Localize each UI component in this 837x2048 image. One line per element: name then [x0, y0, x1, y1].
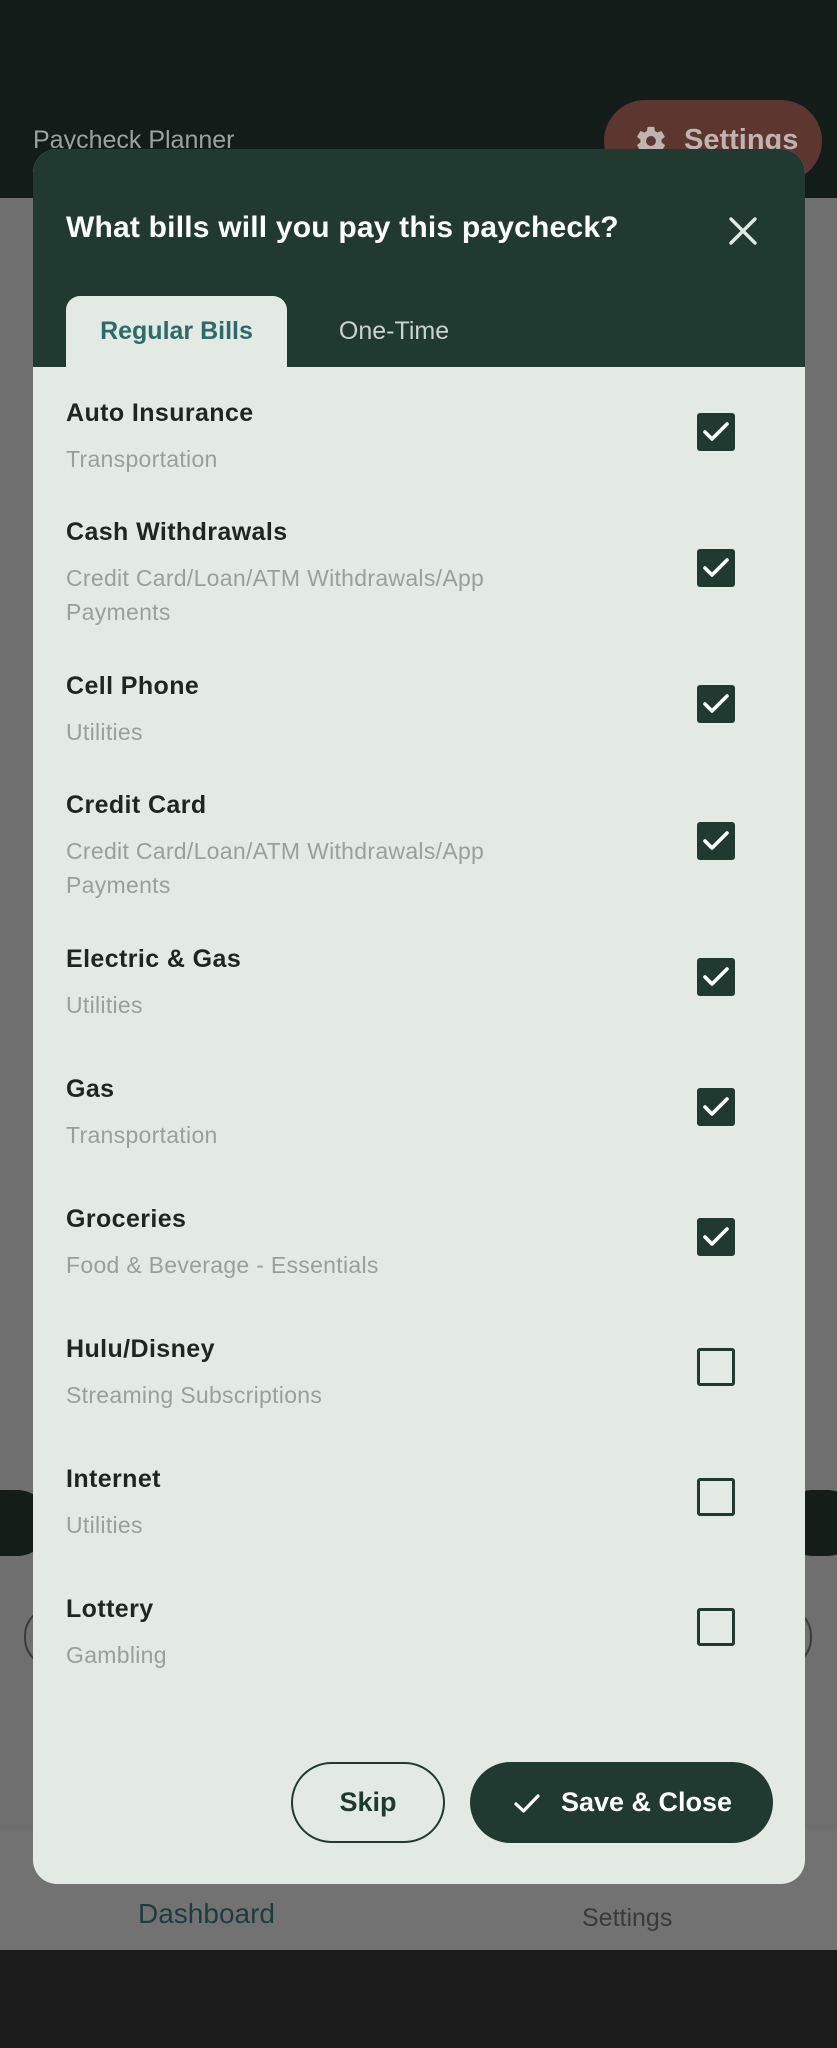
bill-name: Cash Withdrawals — [66, 518, 288, 546]
save-close-button[interactable]: Save & Close — [470, 1762, 773, 1843]
dialog-header: What bills will you pay this paycheck? R… — [33, 149, 805, 367]
bill-category: Streaming Subscriptions — [66, 1382, 323, 1408]
check-icon — [703, 422, 729, 441]
list-item[interactable]: Hulu/Disney Streaming Subscriptions — [66, 1335, 766, 1412]
check-icon — [703, 967, 729, 986]
skip-button[interactable]: Skip — [291, 1762, 445, 1843]
nav-item-settings[interactable]: Settings — [582, 1904, 672, 1933]
bill-category: Credit Card/Loan/ATM Withdrawals/App Pay… — [66, 838, 485, 898]
check-icon — [703, 831, 729, 850]
list-item[interactable]: Gas Transportation — [66, 1075, 766, 1152]
save-close-label: Save & Close — [560, 1787, 733, 1817]
bill-checkbox-unchecked[interactable] — [697, 1478, 735, 1516]
bill-category: Credit Card/Loan/ATM Withdrawals/App Pay… — [66, 565, 485, 625]
bill-checkbox-unchecked[interactable] — [697, 1608, 735, 1646]
check-icon — [703, 694, 729, 713]
list-item[interactable]: Groceries Food & Beverage - Essentials — [66, 1205, 766, 1282]
bill-checkbox-checked[interactable] — [697, 549, 735, 587]
bill-category: Utilities — [66, 719, 143, 745]
tab-regular-bills[interactable]: Regular Bills — [66, 296, 287, 367]
list-item[interactable]: Cell Phone Utilities — [66, 672, 766, 749]
bill-name: Hulu/Disney — [66, 1335, 215, 1363]
check-icon — [703, 1097, 729, 1116]
nav-item-dashboard[interactable]: Dashboard — [138, 1898, 275, 1930]
bill-checkbox-checked[interactable] — [697, 958, 735, 996]
bill-name: Internet — [66, 1465, 161, 1493]
tab-one-time[interactable]: One-Time — [319, 296, 469, 367]
bill-name: Groceries — [66, 1205, 187, 1233]
check-icon — [703, 558, 729, 577]
dialog-title: What bills will you pay this paycheck? — [66, 211, 619, 244]
bill-checkbox-unchecked[interactable] — [697, 1348, 735, 1386]
bill-category: Transportation — [66, 446, 218, 472]
list-item[interactable]: Internet Utilities — [66, 1465, 766, 1542]
bill-checkbox-checked[interactable] — [697, 1218, 735, 1256]
list-item[interactable]: Auto Insurance Transportation — [66, 399, 766, 476]
bill-checkbox-checked[interactable] — [697, 413, 735, 451]
bills-dialog: What bills will you pay this paycheck? R… — [33, 149, 805, 1884]
bill-name: Gas — [66, 1075, 115, 1103]
bill-category: Food & Beverage - Essentials — [66, 1252, 379, 1278]
bill-name: Lottery — [66, 1595, 154, 1623]
bill-checkbox-checked[interactable] — [697, 1088, 735, 1126]
close-button[interactable] — [713, 201, 773, 261]
bill-name: Auto Insurance — [66, 399, 254, 427]
bill-category: Utilities — [66, 992, 143, 1018]
close-icon — [729, 217, 757, 245]
bill-checkbox-checked[interactable] — [697, 822, 735, 860]
bill-name: Cell Phone — [66, 672, 200, 700]
check-icon — [703, 1227, 729, 1246]
bill-name: Electric & Gas — [66, 945, 242, 973]
bill-category: Utilities — [66, 1512, 143, 1538]
list-item[interactable]: Credit Card Credit Card/Loan/ATM Withdra… — [66, 791, 766, 902]
list-item[interactable]: Electric & Gas Utilities — [66, 945, 766, 1022]
bill-name: Credit Card — [66, 791, 207, 819]
bill-checkbox-checked[interactable] — [697, 685, 735, 723]
check-icon — [514, 1793, 540, 1813]
bill-category: Transportation — [66, 1122, 218, 1148]
list-item[interactable]: Cash Withdrawals Credit Card/Loan/ATM Wi… — [66, 518, 766, 629]
list-item[interactable]: Lottery Gambling — [66, 1595, 766, 1672]
bill-category: Gambling — [66, 1642, 167, 1668]
